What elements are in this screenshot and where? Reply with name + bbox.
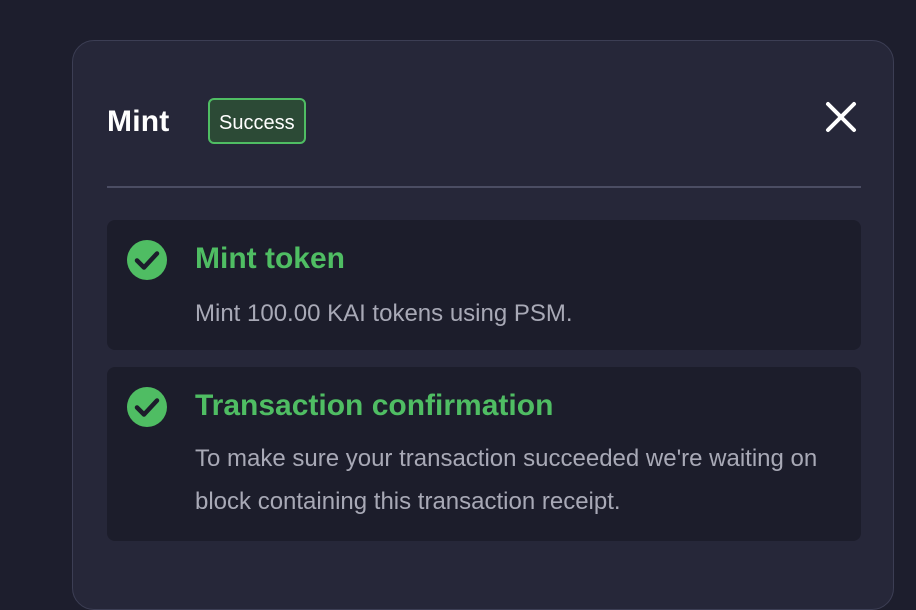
modal-header: Mint Success: [107, 97, 861, 147]
step-transaction-confirmation: Transaction confirmation To make sure yo…: [107, 367, 861, 541]
status-badge: Success: [208, 98, 306, 144]
check-circle-icon: [127, 387, 167, 427]
step-description: Mint 100.00 KAI tokens using PSM.: [195, 300, 573, 327]
step-title: Mint token: [195, 242, 345, 275]
close-button[interactable]: [821, 97, 861, 137]
header-divider: [107, 186, 861, 188]
step-title: Transaction confirmation: [195, 389, 554, 422]
mint-modal: Mint Success Mint token Mint 100.00 KAI …: [72, 40, 894, 610]
modal-title: Mint: [107, 105, 170, 138]
step-description: To make sure your transaction succeeded …: [195, 445, 818, 515]
close-icon: [826, 102, 856, 132]
check-circle-icon: [127, 240, 167, 280]
step-mint-token: Mint token Mint 100.00 KAI tokens using …: [107, 220, 861, 350]
